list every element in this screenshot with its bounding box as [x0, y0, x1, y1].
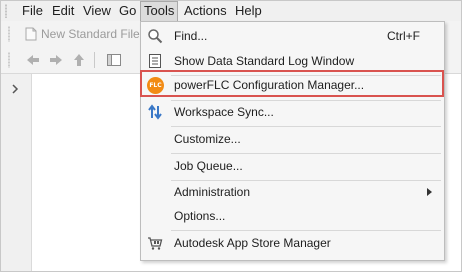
menu-item-find[interactable]: Find... Ctrl+F: [141, 24, 444, 49]
chevron-right-icon[interactable]: [11, 84, 19, 94]
options-label: Options...: [174, 209, 226, 223]
menu-item-workspace-sync[interactable]: Workspace Sync...: [141, 100, 444, 125]
menu-go[interactable]: Go: [116, 1, 139, 21]
new-standard-file-button[interactable]: New Standard File: [25, 26, 140, 42]
job-queue-label: Job Queue...: [174, 159, 243, 173]
app-store-icon: [148, 237, 163, 250]
menu-item-administration[interactable]: Administration: [141, 180, 444, 205]
sync-arrows-icon: [148, 104, 162, 120]
menu-item-customize[interactable]: Customize...: [141, 127, 444, 152]
find-label: Find...: [174, 29, 208, 43]
magnifier-icon: [148, 29, 163, 44]
up-arrow-icon[interactable]: [71, 52, 87, 68]
new-standard-file-label: New Standard File: [41, 27, 140, 41]
workspace-sync-label: Workspace Sync...: [174, 105, 274, 119]
pane-layout-icon[interactable]: [106, 52, 122, 68]
menu-help[interactable]: Help: [232, 1, 265, 21]
find-shortcut: Ctrl+F: [387, 29, 420, 43]
toolbar-separator: [94, 52, 95, 68]
document-icon: [149, 54, 161, 68]
toolbar-grip-2[interactable]: [8, 52, 10, 68]
new-file-icon: [25, 27, 37, 41]
forward-arrow-icon[interactable]: [48, 52, 64, 68]
customize-label: Customize...: [174, 132, 241, 146]
administration-label: Administration: [174, 185, 251, 199]
menu-view[interactable]: View: [80, 1, 114, 21]
submenu-arrow-icon: [427, 188, 432, 196]
highlight-box: [140, 70, 444, 97]
menu-actions[interactable]: Actions: [181, 1, 230, 21]
menu-edit[interactable]: Edit: [49, 1, 77, 21]
menu-bar: File Edit View Go Tools Actions Help: [1, 1, 461, 21]
navigation-pane-collapsed: [1, 74, 32, 271]
menubar-grip[interactable]: [5, 4, 7, 18]
menu-item-app-store-manager[interactable]: Autodesk App Store Manager: [141, 231, 444, 256]
application-window: File Edit View Go Tools Actions Help New…: [0, 0, 462, 272]
menu-file[interactable]: File: [19, 1, 46, 21]
menu-item-options[interactable]: Options...: [141, 204, 444, 229]
menu-item-job-queue[interactable]: Job Queue...: [141, 154, 444, 179]
menu-tools[interactable]: Tools: [140, 1, 179, 21]
back-arrow-icon[interactable]: [25, 52, 41, 68]
toolbar-grip[interactable]: [8, 26, 10, 42]
app-store-manager-label: Autodesk App Store Manager: [174, 236, 331, 250]
tools-dropdown-menu: Find... Ctrl+F Show Data Standard Log Wi…: [140, 21, 445, 261]
